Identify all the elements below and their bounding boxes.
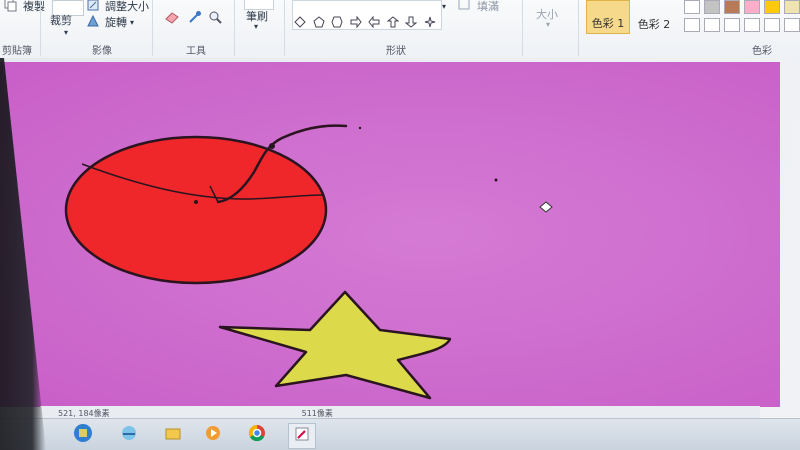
fill-cursor [539, 201, 553, 213]
internet-explorer-icon [120, 424, 138, 446]
resize-button[interactable]: 調整大小 [86, 0, 149, 14]
eraser-icon [164, 10, 180, 26]
rotate-icon [86, 14, 102, 30]
shapes-scroll-down[interactable]: ▾ [442, 2, 446, 11]
color-picker-tool[interactable] [188, 10, 204, 26]
image-group-label: 影像 [92, 46, 112, 57]
brushes-dropdown-arrow[interactable]: ▾ [254, 22, 258, 31]
divider [152, 0, 153, 56]
resize-label: 調整大小 [105, 0, 149, 13]
color1-label: 色彩 1 [591, 17, 625, 30]
start-button[interactable] [70, 423, 96, 447]
taskbar-explorer[interactable] [160, 423, 186, 447]
palette-swatch-pink[interactable] [744, 0, 760, 14]
copy-label: 複製 [23, 0, 45, 13]
color1-button[interactable]: 色彩 1 [586, 0, 630, 34]
divider [234, 0, 235, 56]
cursor-position-text: 521, 184像素 [58, 408, 110, 418]
palette-swatch-empty[interactable] [684, 18, 700, 32]
taskbar [0, 418, 800, 450]
palette-swatch-cream[interactable] [784, 0, 800, 14]
rounded-rectangle-shape-icon[interactable] [367, 1, 381, 15]
polygon-shape-icon[interactable] [386, 1, 400, 15]
palette-swatch-empty[interactable] [724, 18, 740, 32]
crop-label: 裁剪 [50, 14, 72, 27]
arrow-up-shape-icon[interactable] [386, 15, 400, 29]
palette-swatch-empty[interactable] [784, 18, 800, 32]
crop-button[interactable]: 裁剪 [50, 12, 72, 28]
divider [284, 0, 285, 56]
yellow-star [218, 290, 452, 400]
taskbar-media[interactable] [200, 423, 226, 447]
palette-swatch-gray[interactable] [704, 0, 720, 14]
arrow-right-shape-icon[interactable] [349, 15, 363, 29]
divider [578, 0, 579, 56]
colors-group-label: 色彩 [752, 46, 772, 57]
star-four-shape-icon[interactable] [423, 15, 437, 29]
ellipse-dot [194, 200, 198, 204]
resize-icon [86, 0, 102, 14]
fill-label: 填滿 [477, 0, 499, 13]
color-picker-icon [188, 10, 204, 26]
magnifier-tool[interactable] [208, 10, 224, 26]
shapes-group-label: 形狀 [386, 46, 406, 57]
pentagon-shape-icon[interactable] [312, 15, 326, 29]
rectangle-shape-icon[interactable] [349, 1, 363, 15]
curve-shape-icon[interactable] [312, 1, 326, 15]
divider [40, 0, 41, 56]
tools-group-label: 工具 [186, 46, 206, 57]
folder-icon [164, 424, 182, 446]
palette-swatch-empty[interactable] [764, 18, 780, 32]
fill-icon [458, 0, 474, 14]
magnifier-icon [208, 10, 224, 26]
arrow-knot [269, 143, 275, 149]
select-dropdown-arrow[interactable]: ▾ [64, 28, 68, 37]
copy-icon [4, 0, 20, 14]
copy-button[interactable]: 複製 [4, 0, 45, 14]
line-shape-icon[interactable] [293, 1, 307, 15]
paint-icon [293, 425, 311, 447]
palette-swatch-brown[interactable] [724, 0, 740, 14]
clipboard-group-label: 剪貼簿 [2, 46, 32, 57]
red-ellipse [64, 135, 328, 285]
paint-window: 複製 剪貼簿 裁剪 ▾ 調整大小 旋轉 ▾ 影像 工具 筆刷 ▾ ▾ 形狀 填滿… [0, 0, 800, 450]
ink-speck [358, 126, 362, 130]
diamond-shape-icon[interactable] [293, 15, 307, 29]
divider [522, 0, 523, 56]
rotate-dropdown-arrow: ▾ [130, 17, 135, 27]
media-player-icon [204, 424, 222, 446]
color2-label: 色彩 2 [637, 18, 671, 31]
eraser-tool[interactable] [164, 10, 180, 26]
taskbar-paint[interactable] [288, 423, 316, 449]
palette-swatch-white[interactable] [684, 0, 700, 14]
palette-swatch-empty[interactable] [704, 18, 720, 32]
shapes-gallery[interactable] [292, 0, 442, 30]
palette-swatch-empty[interactable] [744, 18, 760, 32]
rotate-button[interactable]: 旋轉 ▾ [86, 14, 134, 30]
canvas-size-text: 511像素 [301, 408, 333, 418]
oval-shape-icon[interactable] [330, 1, 344, 15]
ribbon: 複製 剪貼簿 裁剪 ▾ 調整大小 旋轉 ▾ 影像 工具 筆刷 ▾ ▾ 形狀 填滿… [0, 0, 800, 59]
taskbar-chrome[interactable] [244, 423, 270, 447]
drawing-canvas[interactable] [0, 62, 780, 407]
canvas-drawing [64, 124, 553, 400]
chrome-icon [247, 423, 267, 447]
ink-speck [494, 178, 498, 182]
size-dropdown-arrow[interactable]: ▾ [546, 20, 550, 29]
triangle-shape-icon[interactable] [404, 1, 418, 15]
windows-start-icon [73, 423, 93, 447]
arrow-down-shape-icon[interactable] [404, 15, 418, 29]
right-triangle-shape-icon[interactable] [423, 1, 437, 15]
taskbar-ie[interactable] [116, 423, 142, 447]
arrow-left-shape-icon[interactable] [367, 15, 381, 29]
color2-button[interactable]: 色彩 2 [632, 0, 676, 34]
palette-swatch-gold[interactable] [764, 0, 780, 14]
rotate-label: 旋轉 [105, 16, 127, 29]
hexagon-shape-icon[interactable] [330, 15, 344, 29]
fill-button[interactable]: 填滿 [458, 0, 499, 14]
